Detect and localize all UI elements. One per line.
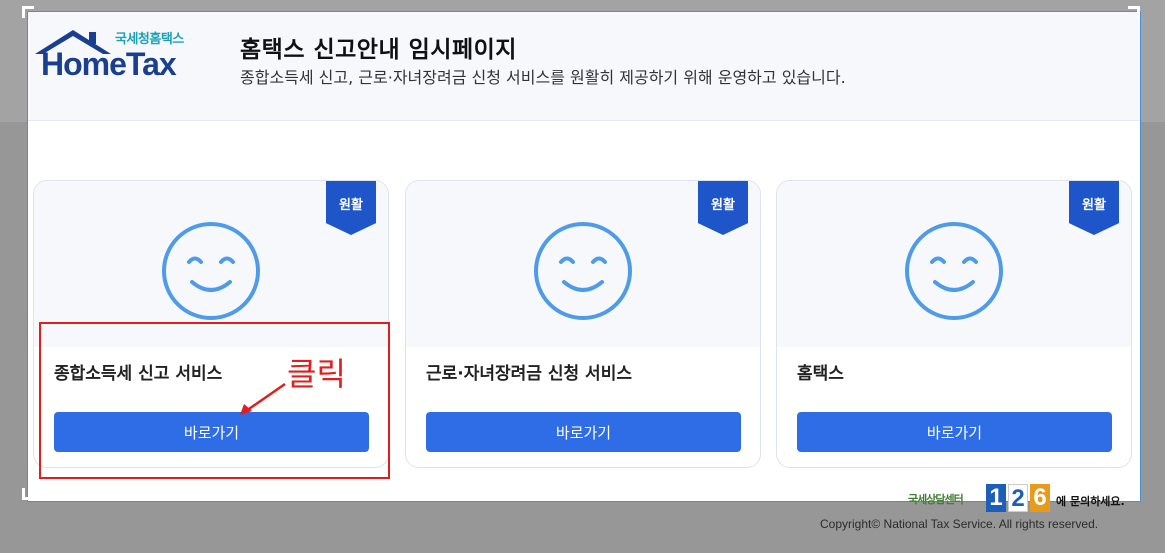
smiley-face-icon (534, 222, 632, 320)
copyright-text: Copyright© National Tax Service. All rig… (820, 517, 1099, 531)
annotation-highlight-box (39, 322, 390, 479)
helpdesk-digit: 6 (1030, 484, 1050, 512)
go-button-hometax[interactable]: 바로가기 (797, 412, 1112, 452)
page-title: 홈택스 신고안내 임시페이지 (240, 37, 517, 63)
logo-subtitle: 국세청홈택스 (115, 32, 184, 47)
annotation-click-label: 클릭 (287, 355, 346, 393)
helpdesk-label: 국세상담센터 (908, 493, 964, 506)
resize-handle-bottom-left[interactable] (22, 488, 34, 500)
go-button-earned-income[interactable]: 바로가기 (426, 412, 741, 452)
resize-handle-top-left[interactable] (22, 6, 34, 18)
red-arrow-icon (240, 382, 286, 415)
helpdesk-suffix: 에 문의하세요. (1056, 495, 1125, 508)
hometax-logo[interactable]: 국세청홈택스 HomeTax (33, 24, 203, 88)
modal-header: 국세청홈택스 HomeTax 홈택스 신고안내 임시페이지 종합소득세 신고, … (28, 12, 1140, 121)
service-card-hometax: 원활 홈택스 바로가기 (776, 180, 1132, 468)
logo-wordmark: HomeTax (41, 46, 177, 82)
resize-handle-top-right[interactable] (1128, 6, 1140, 18)
card-title: 홈택스 (797, 364, 844, 384)
resize-handle-bottom-right[interactable] (1128, 488, 1140, 500)
card-title: 근로·자녀장려금 신청 서비스 (426, 364, 632, 384)
page-description: 종합소득세 신고, 근로·자녀장려금 신청 서비스를 원활히 제공하기 위해 운… (240, 68, 846, 87)
smiley-face-icon (905, 222, 1003, 320)
helpdesk-digit: 2 (1008, 484, 1028, 512)
helpdesk-digit: 1 (986, 484, 1006, 512)
service-card-earned-income: 원활 근로·자녀장려금 신청 서비스 바로가기 (405, 180, 761, 468)
smiley-face-icon (162, 222, 260, 320)
